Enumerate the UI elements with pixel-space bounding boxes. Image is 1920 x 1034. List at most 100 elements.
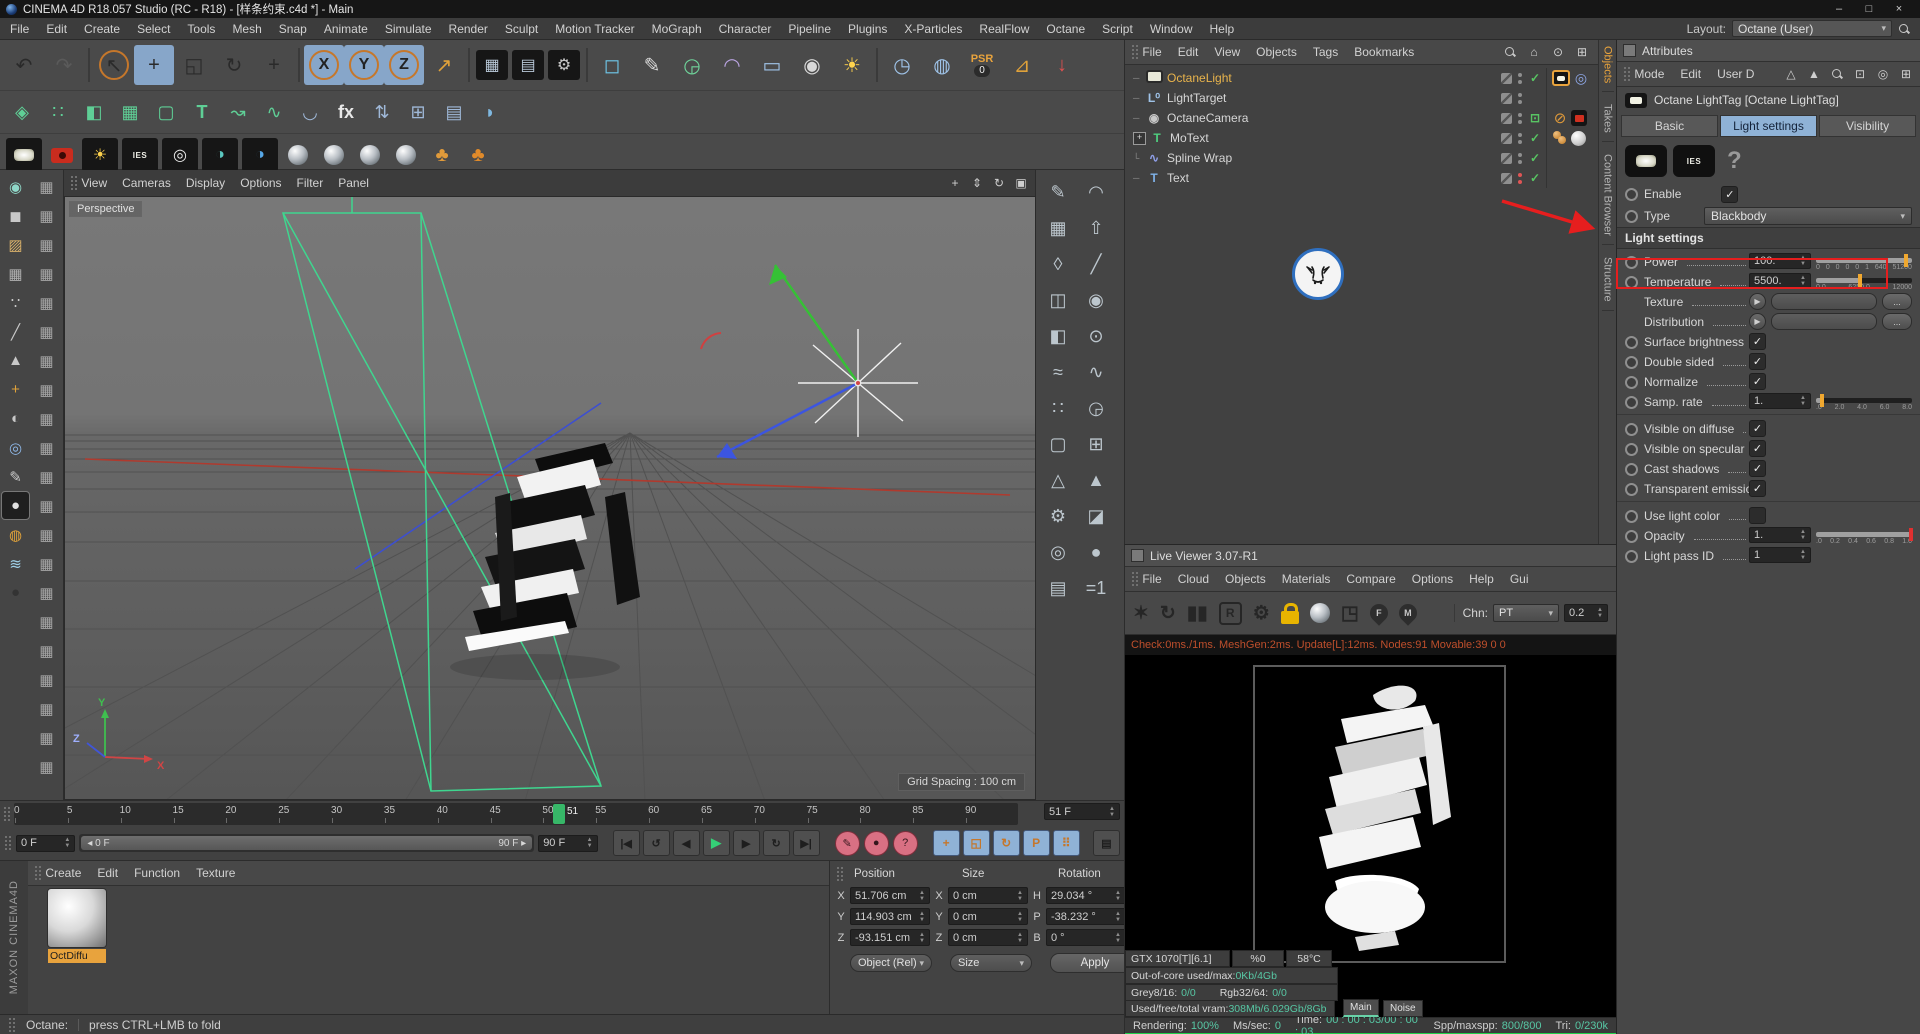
lock-icon-icon[interactable]: ⊡ xyxy=(1852,66,1868,82)
fill-bucket-icon[interactable]: ◍ xyxy=(2,521,29,548)
key-point-level-button[interactable]: ⠿ xyxy=(1053,830,1080,856)
param-radio[interactable] xyxy=(1625,463,1638,476)
cursor-icon-icon[interactable]: ▲ xyxy=(1806,66,1822,82)
coord-system-icon[interactable]: ↗ xyxy=(424,45,464,85)
visibility-dots[interactable] xyxy=(1518,173,1522,184)
menu-plugins[interactable]: Plugins xyxy=(848,22,887,36)
link-arrow-button[interactable]: ▶ xyxy=(1749,313,1766,330)
spinner-arrows[interactable]: ▲▼ xyxy=(1112,890,1121,902)
menu-simulate[interactable]: Simulate xyxy=(385,22,432,36)
object-row-octanelight[interactable]: ─OctaneLight✓◎ xyxy=(1125,68,1616,88)
octane-mix-material-icon[interactable] xyxy=(388,138,424,172)
octane-camera-icon[interactable] xyxy=(44,138,80,172)
panel-grip[interactable] xyxy=(70,175,78,191)
menu-file[interactable]: File xyxy=(1142,572,1161,586)
subdivide-icon[interactable]: ⊞ xyxy=(1077,426,1115,462)
edges-mode-icon[interactable]: ╱ xyxy=(2,318,29,345)
size-x-field[interactable]: 0 cm▲▼ xyxy=(948,887,1028,904)
position-x-field[interactable]: 51.706 cm▲▼ xyxy=(850,887,930,904)
menu-filter[interactable]: Filter xyxy=(297,176,324,190)
focus-picker-icon[interactable]: F xyxy=(1370,604,1388,622)
array-tool-icon[interactable]: ▤ xyxy=(436,95,472,129)
menu-edit[interactable]: Edit xyxy=(97,866,118,880)
minimize-button[interactable]: – xyxy=(1824,0,1854,18)
menu-materials[interactable]: Materials xyxy=(1282,572,1331,586)
enable-checkbox[interactable]: ✓ xyxy=(1721,186,1738,203)
tab-noise[interactable]: Noise xyxy=(1383,1000,1423,1017)
array-grid-icon[interactable]: ▦ xyxy=(33,463,60,490)
octane-diffuse-material-icon[interactable] xyxy=(280,138,316,172)
spinner-arrows[interactable]: ▲▼ xyxy=(1014,932,1023,944)
spinner-arrows[interactable]: ▲▼ xyxy=(1797,549,1806,561)
tab-light-settings[interactable]: Light settings xyxy=(1720,115,1817,137)
spinner-arrows[interactable]: ▲▼ xyxy=(916,890,925,902)
arc-tool-icon[interactable]: ◠ xyxy=(1077,174,1115,210)
time-clock-icon[interactable]: ◷ xyxy=(882,45,922,85)
lock-resolution-icon[interactable] xyxy=(1281,603,1299,624)
octane-ies-light-icon[interactable]: IES xyxy=(122,138,158,172)
param-slider[interactable] xyxy=(1816,258,1912,263)
spinner-arrows[interactable]: ▲▼ xyxy=(916,911,925,923)
layout-select[interactable]: Octane (User) ▾ xyxy=(1732,20,1892,37)
protection-tag-icon[interactable]: ⊘ xyxy=(1552,110,1568,126)
optimize-icon[interactable]: ⚙ xyxy=(1039,498,1077,534)
enable-check[interactable]: ✓ xyxy=(1528,171,1542,185)
param-radio[interactable] xyxy=(1625,423,1638,436)
array-grid-icon[interactable]: ▦ xyxy=(33,579,60,606)
array-grid-icon[interactable]: ▦ xyxy=(33,318,60,345)
menu-x-particles[interactable]: X-Particles xyxy=(904,22,962,36)
search-icon[interactable] xyxy=(1898,23,1910,35)
menu-mode[interactable]: Mode xyxy=(1634,67,1664,81)
live-selection-icon[interactable]: ↖ xyxy=(94,45,134,85)
target-tag-icon[interactable]: ◎ xyxy=(1573,70,1589,86)
dark-sphere-icon[interactable]: ● xyxy=(2,579,29,606)
lock-x-icon[interactable]: X xyxy=(304,45,344,85)
range-start-field[interactable]: 0 F ▲▼ xyxy=(16,835,75,852)
array-grid-icon[interactable]: ▦ xyxy=(33,405,60,432)
extrude-icon[interactable]: ⇧ xyxy=(1077,210,1115,246)
param-radio[interactable] xyxy=(1625,396,1638,409)
object-row-octanecamera[interactable]: ─◉OctaneCamera⊡⊘ xyxy=(1125,108,1616,128)
close-hole-icon[interactable]: ◶ xyxy=(1077,390,1115,426)
visibility-dots[interactable] xyxy=(1518,73,1522,84)
menu-compare[interactable]: Compare xyxy=(1346,572,1395,586)
key-rotation-button[interactable]: ↻ xyxy=(993,830,1020,856)
menu-edit[interactable]: Edit xyxy=(1680,67,1701,81)
menu-function[interactable]: Function xyxy=(134,866,180,880)
primitive-cube-icon[interactable]: ◻ xyxy=(592,45,632,85)
spinner-arrows[interactable]: ▲▼ xyxy=(916,932,925,944)
bend-deformer-icon[interactable]: ◡ xyxy=(292,95,328,129)
move-locked-icon[interactable]: + xyxy=(254,45,294,85)
visibility-dots[interactable] xyxy=(1518,153,1522,164)
param-value-field[interactable]: 1.▲▼ xyxy=(1749,393,1811,409)
menu-user-d[interactable]: User D xyxy=(1717,67,1754,81)
menu-create[interactable]: Create xyxy=(84,22,120,36)
slider-handle[interactable] xyxy=(1858,274,1862,287)
array-grid-icon[interactable]: ▦ xyxy=(33,434,60,461)
workplane-axis-icon[interactable]: ⊿ xyxy=(1002,45,1042,85)
play-button[interactable]: ▶ xyxy=(703,830,730,856)
close-button[interactable]: × xyxy=(1884,0,1914,18)
spinner-arrows[interactable]: ▲▼ xyxy=(1797,395,1806,407)
bridge-icon[interactable]: ◫ xyxy=(1039,282,1077,318)
manager-tab-content-browser[interactable]: Content Browser xyxy=(1602,152,1614,245)
render-picture-viewer-icon[interactable]: ▤ xyxy=(512,50,544,80)
menu-view[interactable]: View xyxy=(1214,45,1240,59)
knife-icon[interactable]: ╱ xyxy=(1077,246,1115,282)
menu-edit[interactable]: Edit xyxy=(46,22,67,36)
menu-texture[interactable]: Texture xyxy=(196,866,235,880)
toggle-view-icon[interactable]: ▣ xyxy=(1013,175,1029,191)
menu-edit[interactable]: Edit xyxy=(1178,45,1199,59)
object-row-lighttarget[interactable]: ─L⁰LightTarget xyxy=(1125,88,1616,108)
pan-view-icon[interactable]: + xyxy=(947,175,963,191)
layer-chip[interactable] xyxy=(1501,93,1512,104)
array-grid-icon[interactable]: ▦ xyxy=(33,753,60,780)
param-checkbox[interactable]: ✓ xyxy=(1749,460,1766,477)
tab-basic[interactable]: Basic xyxy=(1621,115,1718,137)
make-editable-icon[interactable]: ◉ xyxy=(2,173,29,200)
octane-vdb-volume-icon[interactable]: ♣ xyxy=(460,138,496,172)
menu-display[interactable]: Display xyxy=(186,176,225,190)
menu-file[interactable]: File xyxy=(10,22,29,36)
render-view-icon[interactable]: ▦ xyxy=(476,50,508,80)
menu-script[interactable]: Script xyxy=(1102,22,1133,36)
